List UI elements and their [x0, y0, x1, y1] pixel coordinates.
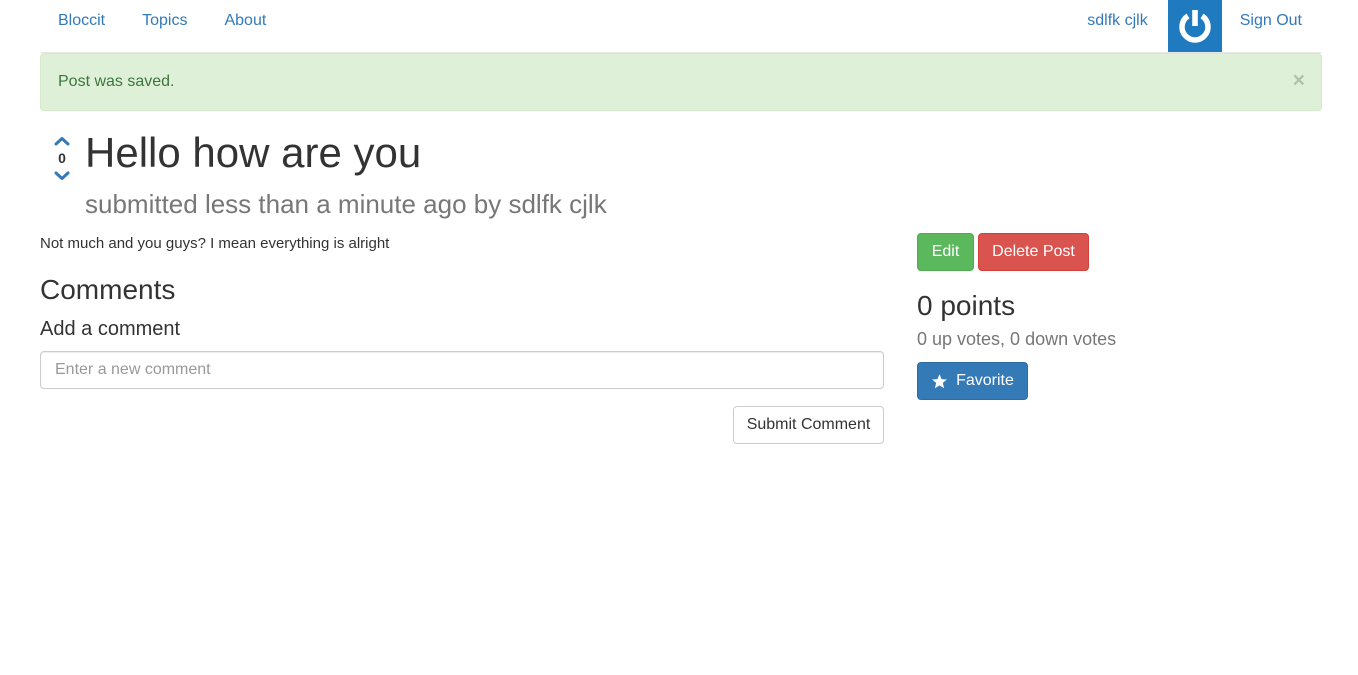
post-meta: submitted less than a minute ago by sdlf…	[85, 189, 607, 219]
nav-link-topics[interactable]: Topics	[124, 0, 205, 42]
nav-left: Bloccit Topics About	[40, 0, 285, 42]
chevron-down-icon[interactable]	[54, 171, 70, 181]
vote-widget: 0	[52, 136, 72, 181]
avatar[interactable]	[1167, 0, 1222, 52]
edit-button[interactable]: Edit	[917, 233, 974, 271]
brand-link[interactable]: Bloccit	[40, 0, 123, 42]
star-icon	[931, 373, 948, 390]
post-body: Not much and you guys? I mean everything…	[40, 235, 390, 252]
delete-post-button[interactable]: Delete Post	[978, 233, 1089, 271]
comment-input[interactable]	[40, 351, 884, 389]
close-icon[interactable]: ×	[1293, 70, 1305, 91]
alert-message: Post was saved.	[58, 73, 175, 90]
points-total: 0 points	[917, 290, 1016, 321]
nav-right: sdlfk cjlk Sign Out	[1087, 0, 1322, 52]
submit-comment-button[interactable]: Submit Comment	[733, 406, 884, 444]
add-comment-label: Add a comment	[40, 318, 181, 340]
navbar: Bloccit Topics About sdlfk cjlk Sign Out	[40, 0, 1322, 53]
sign-out-link[interactable]: Sign Out	[1222, 0, 1322, 30]
chevron-up-icon[interactable]	[54, 136, 70, 146]
nav-link-about[interactable]: About	[206, 0, 284, 42]
power-icon	[1179, 10, 1211, 43]
comments-heading: Comments	[40, 274, 176, 305]
votes-summary: 0 up votes, 0 down votes	[917, 329, 1117, 349]
vote-count: 0	[58, 150, 66, 166]
success-alert: Post was saved. ×	[40, 53, 1322, 111]
user-name-link[interactable]: sdlfk cjlk	[1087, 0, 1167, 30]
post-title: Hello how are you	[85, 129, 422, 176]
favorite-button[interactable]: Favorite	[917, 362, 1028, 400]
favorite-label: Favorite	[956, 372, 1014, 389]
